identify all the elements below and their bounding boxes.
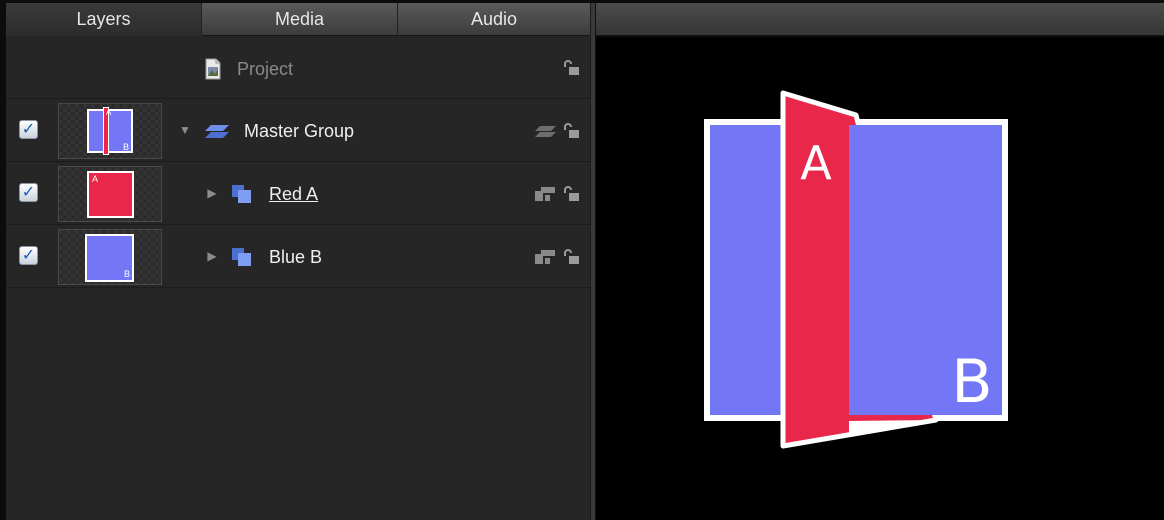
layer-thumbnail: A B [58, 103, 162, 159]
layer-visibility-checkbox[interactable]: ✓ [19, 120, 38, 139]
layer-blend-icon[interactable] [535, 249, 557, 265]
thumb-letter-a: A [92, 174, 99, 184]
blue-letter-b: B [951, 347, 992, 417]
lock-icon[interactable] [562, 248, 580, 266]
layer-thumbnail: A [58, 166, 162, 222]
layer-name-blue-b[interactable]: Blue B [269, 247, 322, 268]
group-stack-icon[interactable] [535, 124, 557, 140]
thumb-letter-b: B [123, 142, 130, 152]
viewer-header-bar [596, 3, 1164, 36]
tab-layers[interactable]: Layers [6, 3, 202, 36]
disclosure-triangle-collapsed-icon[interactable]: ▶ [206, 187, 218, 199]
disclosure-triangle-collapsed-icon[interactable]: ▶ [206, 250, 218, 262]
red-letter-a: A [800, 136, 832, 190]
layer-thumbnail: B [58, 229, 162, 285]
thumb-letter-a: A [106, 108, 112, 117]
layer-visibility-checkbox[interactable]: ✓ [19, 246, 38, 265]
tab-media[interactable]: Media [202, 3, 398, 36]
layer-row-red-a[interactable]: ✓ A ▶ Red A [6, 163, 590, 225]
lock-icon[interactable] [562, 185, 580, 203]
project-document-icon [205, 58, 221, 80]
layer-row-blue-b[interactable]: ✓ B ▶ Blue B [6, 226, 590, 288]
layers-empty-area[interactable] [6, 289, 590, 520]
panel-tab-bar: Layers Media Audio [6, 3, 590, 36]
layer-name-master-group[interactable]: Master Group [244, 121, 354, 142]
project-label: Project [237, 59, 294, 79]
layer-stack-icon [232, 248, 251, 266]
canvas-viewer[interactable]: A B [596, 37, 1164, 520]
layers-panel: Layers Media Audio Project ✓ A B ▼ Maste… [6, 3, 590, 520]
canvas-artwork: A B [704, 90, 1008, 449]
group-icon [205, 125, 229, 138]
layer-row-master-group[interactable]: ✓ A B ▼ Master Group [6, 100, 590, 162]
disclosure-triangle-expanded-icon[interactable]: ▼ [179, 124, 191, 136]
layer-visibility-checkbox[interactable]: ✓ [19, 183, 38, 202]
lock-icon[interactable] [562, 59, 580, 77]
layer-blend-icon[interactable] [535, 186, 557, 202]
thumb-letter-b: B [124, 269, 131, 279]
lock-icon[interactable] [562, 122, 580, 140]
tab-audio[interactable]: Audio [398, 3, 590, 36]
project-row[interactable]: Project [6, 37, 590, 99]
layer-stack-icon [232, 185, 251, 203]
layer-name-red-a[interactable]: Red A [269, 184, 318, 205]
